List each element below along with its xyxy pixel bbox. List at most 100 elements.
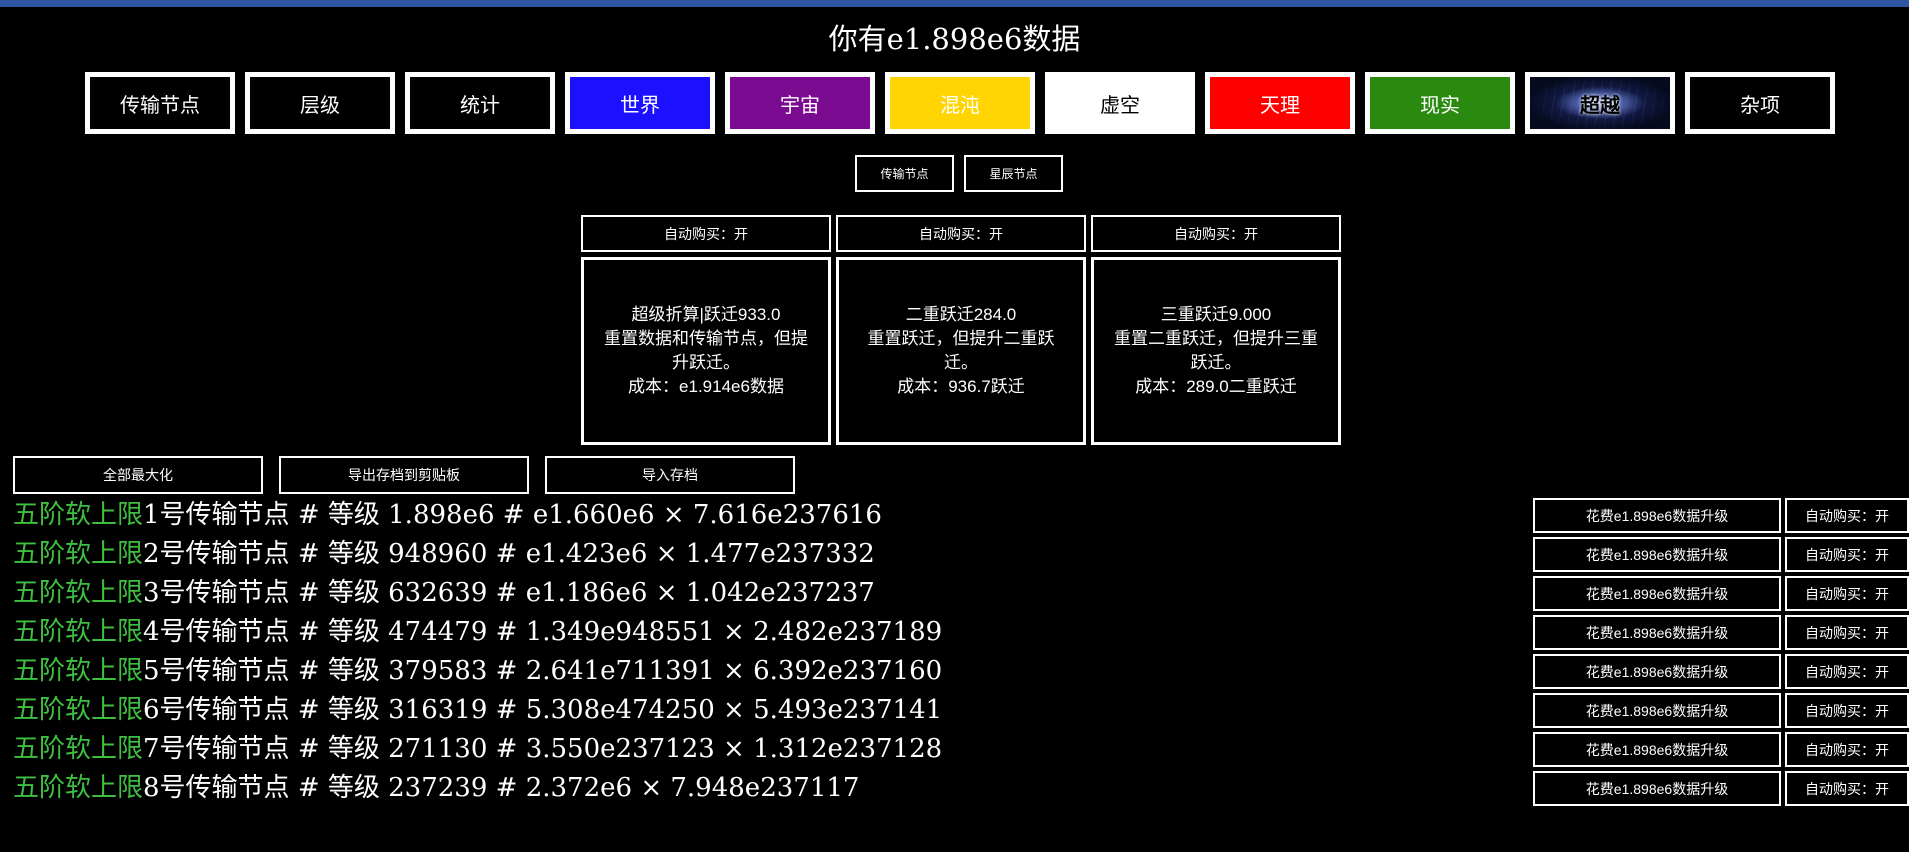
- softcap-label: 五阶软上限: [13, 734, 144, 764]
- tab-reality[interactable]: 现实: [1365, 72, 1515, 134]
- node-info: 2号传输节点 # 等级 948960 # e1.423e6 × 1.477e23…: [143, 539, 875, 569]
- tab-universe[interactable]: 宇宙: [725, 72, 875, 134]
- tab-layers[interactable]: 层级: [245, 72, 395, 134]
- main-tab-bar: 传输节点 层级 统计 世界 宇宙 混沌 虚空 天理 现实 超越 杂项: [85, 72, 1835, 134]
- upgrade-row: 花费e1.898e6数据升级 自动购买：开: [1533, 771, 1909, 806]
- tab-label: 传输节点: [120, 94, 200, 117]
- node-info: 7号传输节点 # 等级 271130 # 3.550e237123 × 1.31…: [143, 734, 943, 764]
- prestige-title: 三重跃迁9.000: [1160, 305, 1272, 324]
- softcap-label: 五阶软上限: [13, 539, 144, 569]
- prestige-panel: 自动购买：开 超级折算|跃迁933.0 重置数据和传输节点，但提升跃迁。 成本：…: [581, 215, 1341, 445]
- list-item: 五阶软上限1号传输节点 # 等级 1.898e6 # e1.660e6 × 7.…: [13, 496, 942, 535]
- subtab-transfer-nodes[interactable]: 传输节点: [855, 155, 954, 192]
- tab-label: 层级: [300, 94, 340, 117]
- prestige-description: 重置跃迁，但提升二重跃迁。: [867, 329, 1055, 372]
- autobuy-toggle-button[interactable]: 自动购买：开: [1785, 771, 1909, 806]
- upgrade-row: 花费e1.898e6数据升级 自动购买：开: [1533, 537, 1909, 572]
- list-item: 五阶软上限2号传输节点 # 等级 948960 # e1.423e6 × 1.4…: [13, 535, 942, 574]
- import-save-button[interactable]: 导入存档: [545, 456, 795, 494]
- prestige-double-jump-button[interactable]: 二重跃迁284.0 重置跃迁，但提升二重跃迁。 成本：936.7跃迁: [836, 257, 1086, 445]
- softcap-label: 五阶软上限: [13, 617, 144, 647]
- autobuy-toggle-button[interactable]: 自动购买：开: [1785, 615, 1909, 650]
- tab-label: 超越: [1580, 94, 1620, 117]
- list-item: 五阶软上限6号传输节点 # 等级 316319 # 5.308e474250 ×…: [13, 691, 942, 730]
- upgrade-node-button[interactable]: 花费e1.898e6数据升级: [1533, 771, 1781, 806]
- softcap-label: 五阶软上限: [13, 773, 144, 803]
- node-info: 8号传输节点 # 等级 237239 # 2.372e6 × 7.948e237…: [143, 773, 860, 803]
- node-info: 4号传输节点 # 等级 474479 # 1.349e948551 × 2.48…: [143, 617, 943, 647]
- autobuy-toggle-button[interactable]: 自动购买：开: [1785, 654, 1909, 689]
- node-upgrade-panel: 花费e1.898e6数据升级 自动购买：开 花费e1.898e6数据升级 自动购…: [1533, 498, 1909, 810]
- upgrade-row: 花费e1.898e6数据升级 自动购买：开: [1533, 693, 1909, 728]
- list-item: 五阶软上限8号传输节点 # 等级 237239 # 2.372e6 × 7.94…: [13, 769, 942, 808]
- upgrade-row: 花费e1.898e6数据升级 自动购买：开: [1533, 576, 1909, 611]
- save-actions-bar: 全部最大化 导出存档到剪贴板 导入存档: [13, 456, 795, 494]
- upgrade-node-button[interactable]: 花费e1.898e6数据升级: [1533, 693, 1781, 728]
- tab-transcend[interactable]: 超越: [1525, 72, 1675, 134]
- upgrade-node-button[interactable]: 花费e1.898e6数据升级: [1533, 498, 1781, 533]
- node-info: 1号传输节点 # 等级 1.898e6 # e1.660e6 × 7.616e2…: [143, 500, 882, 530]
- autobuy-toggle-button[interactable]: 自动购买：开: [1785, 693, 1909, 728]
- upgrade-node-button[interactable]: 花费e1.898e6数据升级: [1533, 654, 1781, 689]
- autobuy-toggle-button[interactable]: 自动购买：开: [1785, 537, 1909, 572]
- softcap-label: 五阶软上限: [13, 500, 144, 530]
- upgrade-node-button[interactable]: 花费e1.898e6数据升级: [1533, 576, 1781, 611]
- prestige-cost: 成本：936.7跃迁: [897, 377, 1025, 396]
- max-all-button[interactable]: 全部最大化: [13, 456, 263, 494]
- list-item: 五阶软上限5号传输节点 # 等级 379583 # 2.641e711391 ×…: [13, 652, 942, 691]
- prestige-column-jump: 自动购买：开 超级折算|跃迁933.0 重置数据和传输节点，但提升跃迁。 成本：…: [581, 215, 831, 445]
- node-info: 6号传输节点 # 等级 316319 # 5.308e474250 × 5.49…: [143, 695, 943, 725]
- softcap-label: 五阶软上限: [13, 695, 144, 725]
- upgrade-node-button[interactable]: 花费e1.898e6数据升级: [1533, 537, 1781, 572]
- tab-void[interactable]: 虚空: [1045, 72, 1195, 134]
- tab-label: 混沌: [940, 94, 980, 117]
- upgrade-row: 花费e1.898e6数据升级 自动购买：开: [1533, 615, 1909, 650]
- node-info: 3号传输节点 # 等级 632639 # e1.186e6 × 1.042e23…: [143, 578, 875, 608]
- node-list: 五阶软上限1号传输节点 # 等级 1.898e6 # e1.660e6 × 7.…: [13, 496, 942, 808]
- tab-misc[interactable]: 杂项: [1685, 72, 1835, 134]
- tab-heavenly-principle[interactable]: 天理: [1205, 72, 1355, 134]
- tab-label: 杂项: [1740, 94, 1780, 117]
- prestige-title: 二重跃迁284.0: [905, 305, 1017, 324]
- tab-stats[interactable]: 统计: [405, 72, 555, 134]
- data-amount-title: 你有e1.898e6数据: [828, 22, 1081, 56]
- upgrade-node-button[interactable]: 花费e1.898e6数据升级: [1533, 732, 1781, 767]
- list-item: 五阶软上限7号传输节点 # 等级 271130 # 3.550e237123 ×…: [13, 730, 942, 769]
- autobuy-toggle-button[interactable]: 自动购买：开: [1785, 498, 1909, 533]
- softcap-label: 五阶软上限: [13, 656, 144, 686]
- tab-label: 世界: [620, 94, 660, 117]
- upgrade-node-button[interactable]: 花费e1.898e6数据升级: [1533, 615, 1781, 650]
- prestige-title: 超级折算|跃迁933.0: [631, 305, 781, 324]
- tab-label: 现实: [1420, 94, 1460, 117]
- autobuy-toggle-button[interactable]: 自动购买：开: [1785, 732, 1909, 767]
- list-item: 五阶软上限4号传输节点 # 等级 474479 # 1.349e948551 ×…: [13, 613, 942, 652]
- tab-label: 宇宙: [780, 94, 820, 117]
- prestige-column-triple-jump: 自动购买：开 三重跃迁9.000 重置二重跃迁，但提升三重跃迁。 成本：289.…: [1091, 215, 1341, 445]
- prestige-description: 重置二重跃迁，但提升三重跃迁。: [1114, 329, 1318, 372]
- upgrade-row: 花费e1.898e6数据升级 自动购买：开: [1533, 732, 1909, 767]
- autobuy-toggle-button[interactable]: 自动购买：开: [1091, 215, 1341, 252]
- prestige-jump-button[interactable]: 超级折算|跃迁933.0 重置数据和传输节点，但提升跃迁。 成本：e1.914e…: [581, 257, 831, 445]
- autobuy-toggle-button[interactable]: 自动购买：开: [1785, 576, 1909, 611]
- prestige-cost: 成本：289.0二重跃迁: [1135, 377, 1297, 396]
- prestige-description: 重置数据和传输节点，但提升跃迁。: [604, 329, 808, 372]
- export-save-button[interactable]: 导出存档到剪贴板: [279, 456, 529, 494]
- subtab-star-nodes[interactable]: 星辰节点: [964, 155, 1063, 192]
- node-info: 5号传输节点 # 等级 379583 # 2.641e711391 × 6.39…: [143, 656, 943, 686]
- tab-label: 天理: [1260, 94, 1300, 117]
- prestige-triple-jump-button[interactable]: 三重跃迁9.000 重置二重跃迁，但提升三重跃迁。 成本：289.0二重跃迁: [1091, 257, 1341, 445]
- tab-label: 统计: [460, 94, 500, 117]
- list-item: 五阶软上限3号传输节点 # 等级 632639 # e1.186e6 × 1.0…: [13, 574, 942, 613]
- upgrade-row: 花费e1.898e6数据升级 自动购买：开: [1533, 654, 1909, 689]
- softcap-label: 五阶软上限: [13, 578, 144, 608]
- autobuy-toggle-button[interactable]: 自动购买：开: [581, 215, 831, 252]
- prestige-column-double-jump: 自动购买：开 二重跃迁284.0 重置跃迁，但提升二重跃迁。 成本：936.7跃…: [836, 215, 1086, 445]
- autobuy-toggle-button[interactable]: 自动购买：开: [836, 215, 1086, 252]
- tab-transfer-nodes[interactable]: 传输节点: [85, 72, 235, 134]
- tab-world[interactable]: 世界: [565, 72, 715, 134]
- upgrade-row: 花费e1.898e6数据升级 自动购买：开: [1533, 498, 1909, 533]
- prestige-cost: 成本：e1.914e6数据: [628, 377, 784, 396]
- tab-chaos[interactable]: 混沌: [885, 72, 1035, 134]
- top-accent-bar: [0, 0, 1909, 7]
- tab-label: 虚空: [1100, 94, 1140, 117]
